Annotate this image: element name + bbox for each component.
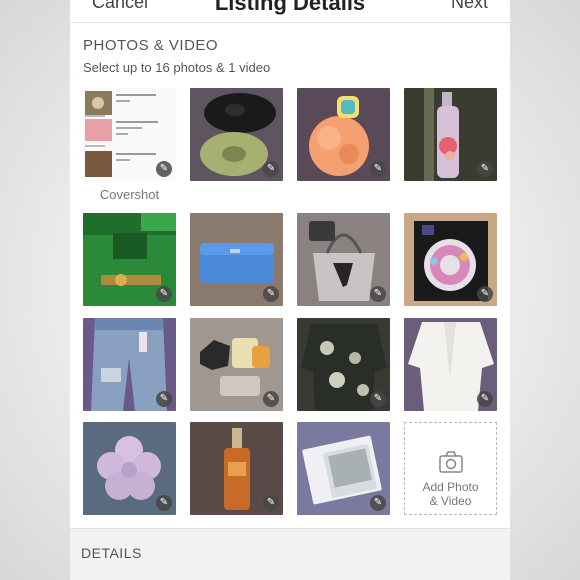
- photo-tile-15[interactable]: ✎: [297, 422, 390, 515]
- edit-pencil-icon[interactable]: ✎: [370, 161, 386, 177]
- photo-tile-9[interactable]: ✎: [83, 318, 176, 411]
- photo-tile-cover[interactable]: ✎: [83, 88, 176, 181]
- next-button[interactable]: Next: [451, 0, 488, 13]
- details-section-title: DETAILS: [81, 545, 142, 561]
- photo-tile-3[interactable]: ✎: [297, 88, 390, 181]
- page-title: Listing Details: [214, 0, 366, 15]
- edit-pencil-icon[interactable]: ✎: [156, 391, 172, 407]
- photo-tile-11[interactable]: ✎: [297, 318, 390, 411]
- add-photo-label-line1: Add Photo: [422, 480, 479, 494]
- photo-tile-7[interactable]: ✎: [297, 213, 390, 306]
- edit-pencil-icon[interactable]: ✎: [477, 286, 493, 302]
- photos-section-subtitle: Select up to 16 photos & 1 video: [83, 60, 271, 75]
- add-photo-video-button[interactable]: Add Photo & Video: [404, 422, 497, 515]
- edit-pencil-icon[interactable]: ✎: [156, 495, 172, 511]
- edit-pencil-icon[interactable]: ✎: [263, 391, 279, 407]
- edit-pencil-icon[interactable]: ✎: [263, 161, 279, 177]
- photo-tile-10[interactable]: ✎: [190, 318, 283, 411]
- edit-pencil-icon[interactable]: ✎: [156, 161, 172, 177]
- photo-tile-4[interactable]: ✎: [404, 88, 497, 181]
- camera-icon: [439, 451, 463, 473]
- photo-tile-6[interactable]: ✎: [190, 213, 283, 306]
- photo-tile-14[interactable]: ✎: [190, 422, 283, 515]
- edit-pencil-icon[interactable]: ✎: [370, 286, 386, 302]
- app-screen: Cancel Listing Details Next PHOTOS & VID…: [70, 0, 510, 580]
- top-navigation-bar: Cancel Listing Details Next: [70, 0, 510, 23]
- edit-pencil-icon[interactable]: ✎: [370, 495, 386, 511]
- photo-tile-2[interactable]: ✎: [190, 88, 283, 181]
- photo-tile-13[interactable]: ✎: [83, 422, 176, 515]
- add-photo-label-line2: & Video: [429, 494, 472, 508]
- edit-pencil-icon[interactable]: ✎: [156, 286, 172, 302]
- edit-pencil-icon[interactable]: ✎: [477, 391, 493, 407]
- edit-pencil-icon[interactable]: ✎: [370, 391, 386, 407]
- covershot-label: Covershot: [99, 187, 160, 202]
- photo-tile-5[interactable]: ✎: [83, 213, 176, 306]
- edit-pencil-icon[interactable]: ✎: [263, 286, 279, 302]
- details-section-header[interactable]: DETAILS: [70, 528, 510, 580]
- photos-section-title: PHOTOS & VIDEO: [83, 37, 219, 54]
- photo-tile-12[interactable]: ✎: [404, 318, 497, 411]
- photo-tile-8[interactable]: ✎: [404, 213, 497, 306]
- edit-pencil-icon[interactable]: ✎: [263, 495, 279, 511]
- photo-grid: ✎ ✎ ✎ ✎ ✎ ✎ ✎ ✎ ✎ ✎ ✎ ✎ ✎ ✎ ✎ Add Photo …: [83, 88, 498, 518]
- edit-pencil-icon[interactable]: ✎: [477, 161, 493, 177]
- add-photo-label: Add Photo & Video: [405, 480, 496, 508]
